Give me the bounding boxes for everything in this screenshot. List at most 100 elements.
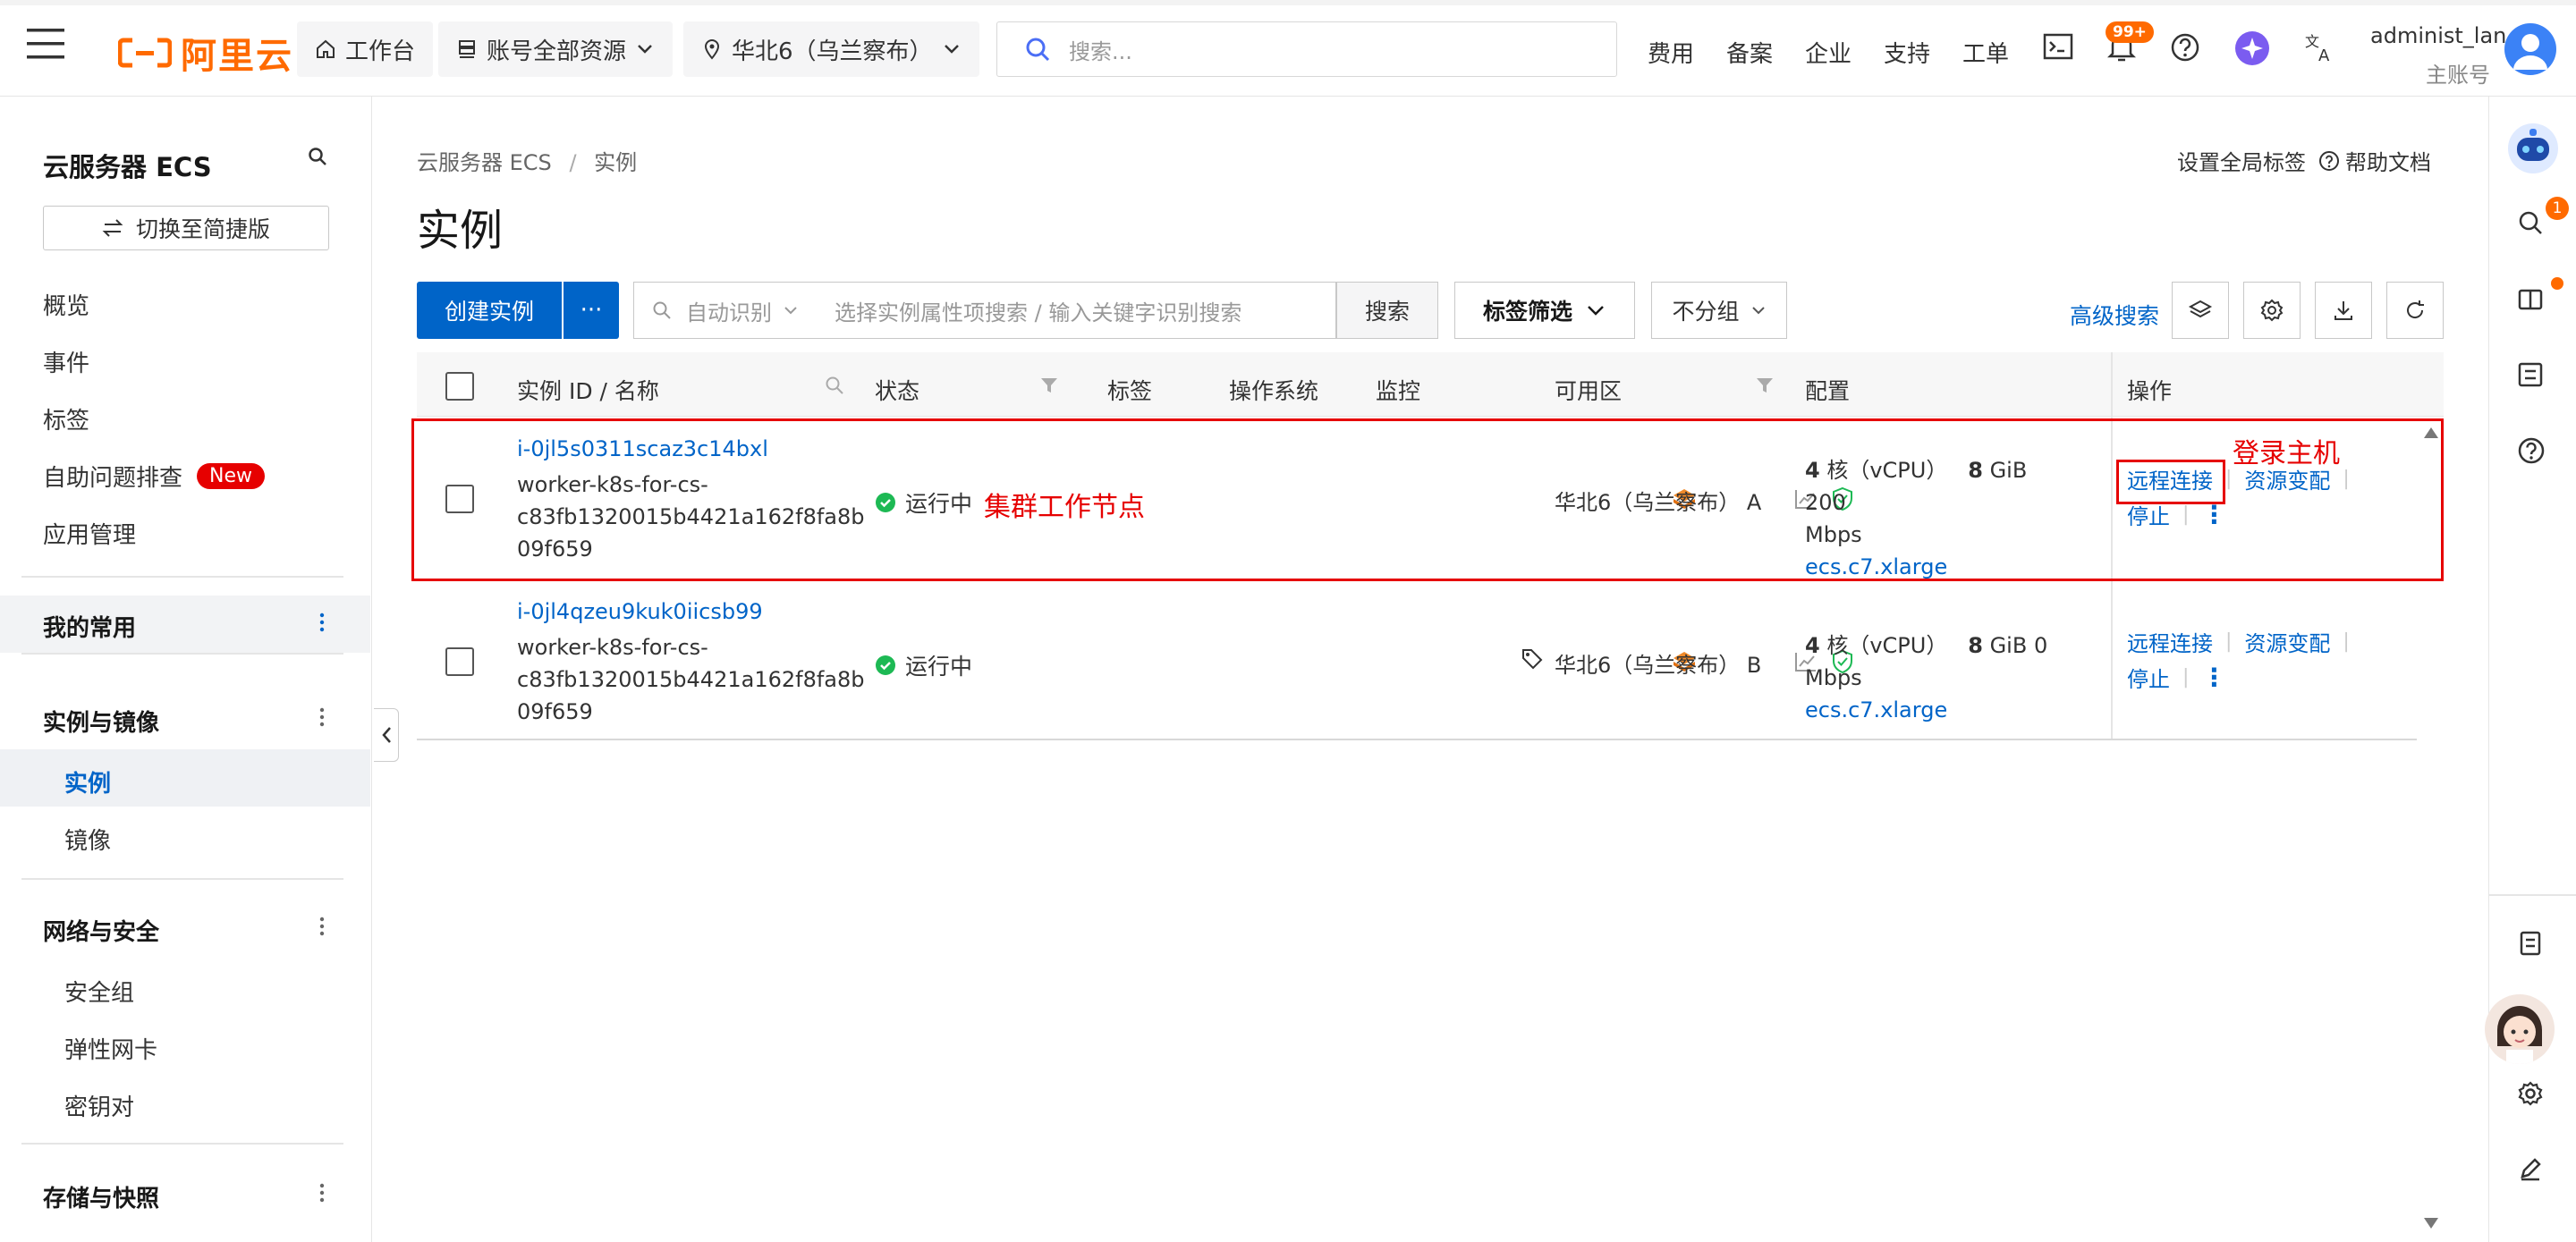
sidebar-collapse-handle[interactable] xyxy=(374,708,399,762)
terminal-icon[interactable] xyxy=(2043,32,2073,61)
nav-support[interactable]: 支持 xyxy=(1884,36,1930,69)
sidebar-item-security-group[interactable]: 安全组 xyxy=(64,975,134,1008)
breadcrumb-root[interactable]: 云服务器 ECS xyxy=(417,150,552,175)
instances-more-icon[interactable] xyxy=(317,706,327,728)
stop-link[interactable]: 停止 xyxy=(2127,662,2170,693)
rail-edit-icon[interactable] xyxy=(2517,1155,2544,1182)
help-icon[interactable] xyxy=(2170,32,2200,63)
region-dropdown[interactable]: 华北6（乌兰察布） xyxy=(683,21,979,77)
download-button[interactable] xyxy=(2315,282,2372,339)
config-text: 4 核（vCPU） 8 GiB 0 Mbps ecs.c7.xlarge xyxy=(1805,629,2109,726)
rail-help-icon[interactable] xyxy=(2517,436,2546,465)
col-id-name: 实例 ID / 名称 xyxy=(517,378,659,404)
sidebar-item-instance[interactable]: 实例 xyxy=(64,765,111,798)
network-more-icon[interactable] xyxy=(317,916,327,937)
ai-assistant-icon[interactable] xyxy=(2234,30,2270,66)
global-tags-link[interactable]: 设置全局标签 xyxy=(2177,145,2306,176)
layers-button[interactable] xyxy=(2172,282,2229,339)
remote-connect-link[interactable]: 远程连接 xyxy=(2127,626,2213,657)
sidebar-item-overview[interactable]: 概览 xyxy=(43,288,89,321)
chevron-left-icon xyxy=(381,727,391,743)
nav-filing[interactable]: 备案 xyxy=(1726,36,1773,69)
menu-icon[interactable] xyxy=(27,29,64,59)
select-all-checkbox[interactable] xyxy=(445,372,474,401)
user-avatar[interactable] xyxy=(2504,23,2556,75)
sidebar-item-app-management[interactable]: 应用管理 xyxy=(43,517,136,550)
sidebar: 云服务器 ECS 切换至简捷版 概览 事件 标签 自助问题排查 New 应用管理… xyxy=(0,97,372,1242)
sidebar-group-instances-images[interactable]: 实例与镜像 xyxy=(43,705,159,738)
row-actions-2: 停止 | ⋮ xyxy=(2127,662,2227,693)
favorites-more-icon[interactable] xyxy=(317,612,327,633)
memory-size: 8 xyxy=(1968,633,1983,658)
rail-search-icon[interactable] xyxy=(2517,209,2544,236)
chevron-down-icon xyxy=(638,45,652,54)
rail-divider xyxy=(2488,894,2576,896)
user-name[interactable]: administ_lan xyxy=(2370,23,2506,48)
sidebar-group-storage[interactable]: 存储与快照 xyxy=(43,1180,159,1213)
search-icon xyxy=(653,301,671,319)
global-search-input[interactable]: 搜索... xyxy=(996,21,1617,77)
nav-enterprise[interactable]: 企业 xyxy=(1805,36,1852,69)
annotation-worker-node: 集群工作节点 xyxy=(984,492,1145,523)
sidebar-item-tags[interactable]: 标签 xyxy=(43,402,89,435)
sidebar-item-troubleshoot[interactable]: 自助问题排查 New xyxy=(43,460,266,493)
instance-spec-link[interactable]: ecs.c7.xlarge xyxy=(1805,694,2109,726)
group-select-label: 不分组 xyxy=(1672,299,1740,325)
location-pin-icon xyxy=(704,39,720,60)
row-checkbox[interactable] xyxy=(445,647,474,676)
create-instance-button[interactable]: 创建实例 xyxy=(417,282,562,339)
chevron-down-icon xyxy=(944,45,959,54)
advanced-search-link[interactable]: 高级搜索 xyxy=(2070,299,2159,331)
sidebar-divider xyxy=(21,1143,343,1145)
instance-name-line: c83fb1320015b4421a162f8fa8b xyxy=(517,667,865,692)
filter-placeholder: 选择实例属性项搜索 / 输入关键字识别搜索 xyxy=(835,300,1242,325)
resize-link[interactable]: 资源变配 xyxy=(2244,626,2330,657)
rail-gear-icon[interactable] xyxy=(2517,1080,2544,1107)
assistant-avatar[interactable] xyxy=(2485,994,2555,1064)
group-select[interactable]: 不分组 xyxy=(1651,282,1787,339)
workbench-button[interactable]: 工作台 xyxy=(297,21,434,77)
refresh-button[interactable] xyxy=(2386,282,2444,339)
language-icon[interactable]: 文A xyxy=(2304,32,2336,63)
annotation-login-host: 登录主机 xyxy=(2233,438,2340,469)
tag-filter-dropdown[interactable]: 标签筛选 xyxy=(1454,282,1635,339)
rail-book-icon[interactable] xyxy=(2517,286,2544,313)
user-role: 主账号 xyxy=(2426,63,2490,88)
swap-icon xyxy=(102,219,123,237)
home-icon xyxy=(317,39,335,58)
search-button[interactable]: 搜索 xyxy=(1336,282,1438,339)
brand-logo[interactable]: 阿里云 xyxy=(118,27,293,79)
sidebar-item-image[interactable]: 镜像 xyxy=(64,823,111,856)
sidebar-item-keypair[interactable]: 密钥对 xyxy=(64,1089,134,1122)
tag-filter-label: 标签筛选 xyxy=(1482,299,1572,325)
zone-filter-icon[interactable] xyxy=(1755,376,1775,395)
create-more-button[interactable]: ··· xyxy=(564,282,619,339)
status-filter-icon[interactable] xyxy=(1039,376,1059,395)
workbench-label: 工作台 xyxy=(345,38,416,65)
sidebar-group-favorites[interactable]: 我的常用 xyxy=(43,610,136,643)
instance-id-link[interactable]: i-0jl4qzeu9kuk0iicsb99 xyxy=(517,599,763,624)
sidebar-item-events[interactable]: 事件 xyxy=(43,345,89,378)
sidebar-item-eni[interactable]: 弹性网卡 xyxy=(64,1032,157,1065)
auto-detect-dropdown[interactable]: 自动识别 xyxy=(686,295,772,326)
resource-scope-dropdown[interactable]: 账号全部资源 xyxy=(438,21,674,77)
robot-assistant-icon[interactable] xyxy=(2504,122,2562,175)
switch-simple-version-button[interactable]: 切换至简捷版 xyxy=(43,206,329,250)
scroll-up-icon[interactable] xyxy=(2422,426,2440,440)
rail-checklist-icon[interactable] xyxy=(2517,361,2544,388)
storage-more-icon[interactable] xyxy=(317,1182,327,1204)
help-docs-link[interactable]: 帮助文档 xyxy=(2345,145,2431,176)
sidebar-group-network-security[interactable]: 网络与安全 xyxy=(43,914,159,947)
nav-ticket[interactable]: 工单 xyxy=(1962,36,2009,69)
more-actions-icon[interactable]: ⋮ xyxy=(2201,663,2226,692)
settings-button[interactable] xyxy=(2243,282,2301,339)
sidebar-search-icon[interactable] xyxy=(308,147,327,166)
col-id-search-icon[interactable] xyxy=(825,376,844,395)
svg-text:文: 文 xyxy=(2305,33,2319,50)
scroll-down-icon[interactable] xyxy=(2422,1216,2440,1230)
tag-icon[interactable] xyxy=(1521,647,1544,671)
instance-filter-input[interactable]: 自动识别 选择实例属性项搜索 / 输入关键字识别搜索 xyxy=(633,282,1336,339)
nav-fees[interactable]: 费用 xyxy=(1648,36,1694,69)
rail-notes-icon[interactable] xyxy=(2517,930,2544,957)
resource-scope-label: 账号全部资源 xyxy=(487,38,627,65)
